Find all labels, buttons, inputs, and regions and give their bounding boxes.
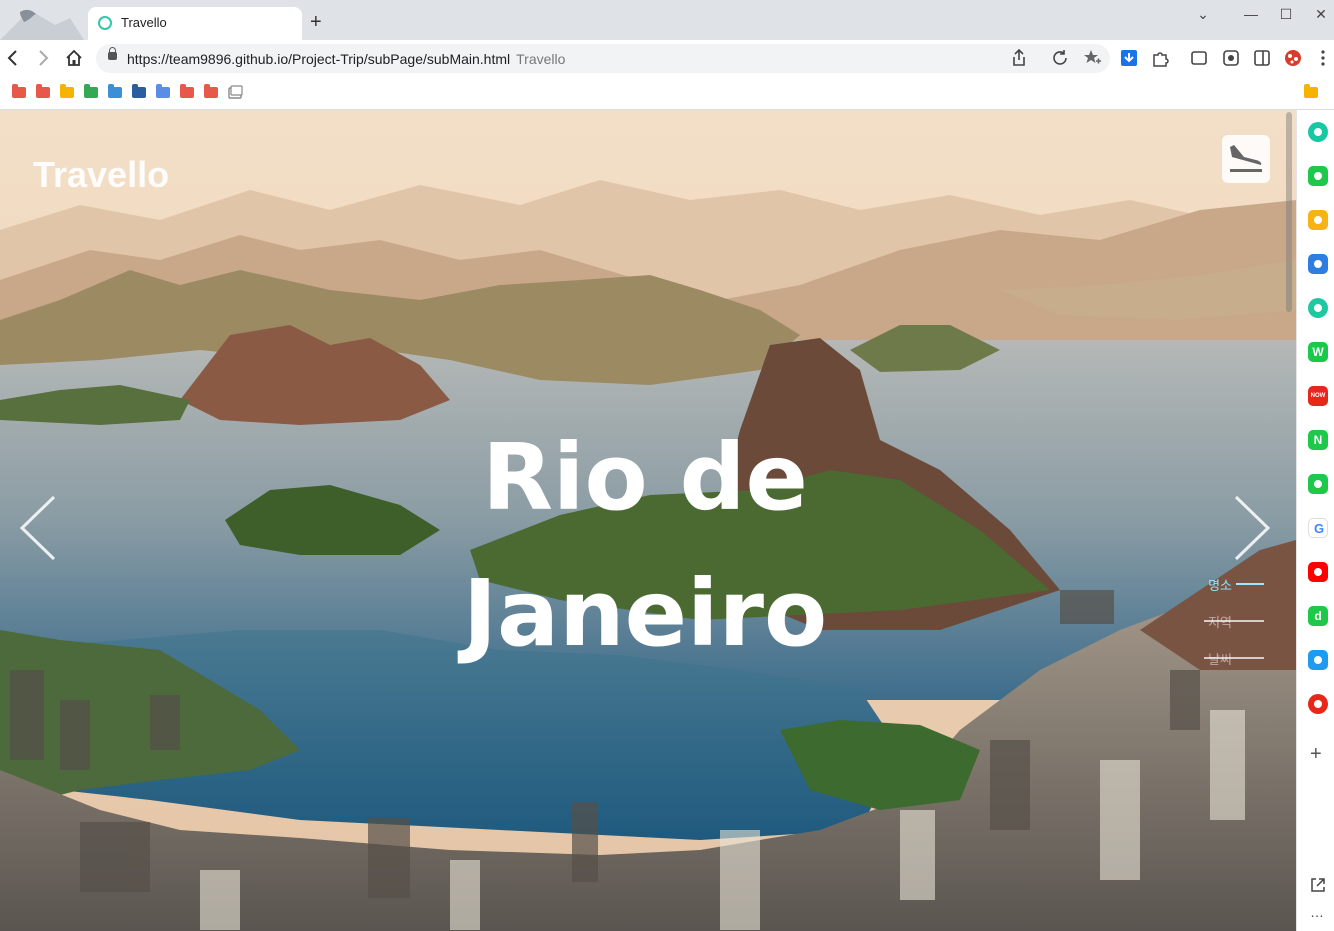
url: https://team9896.github.io/Project-Trip/… bbox=[127, 51, 511, 67]
reload-icon[interactable] bbox=[1050, 48, 1070, 68]
dict-app-icon[interactable]: d bbox=[1308, 606, 1328, 626]
url-page-title: Travello bbox=[516, 51, 566, 67]
menu-kebab-icon[interactable] bbox=[1313, 48, 1333, 68]
browser-window: Travello + ⌄ — ☐ ✕ https://team9896.gith… bbox=[0, 0, 1334, 931]
browser-logo-icon bbox=[0, 0, 84, 40]
section-indicator-label: 명소 bbox=[1208, 578, 1232, 593]
naver-app-icon[interactable]: N bbox=[1308, 430, 1328, 450]
bookmark-folder-icon[interactable] bbox=[108, 84, 122, 98]
section-indicator-item[interactable]: 날씨 bbox=[1160, 646, 1280, 683]
bookmark-folder-icon[interactable] bbox=[12, 84, 26, 98]
hero-title-line-2: Janeiro bbox=[462, 560, 828, 667]
now-glyph: NOW bbox=[1310, 393, 1326, 399]
browser-tab[interactable]: Travello bbox=[88, 7, 302, 40]
google-glyph: G bbox=[1313, 521, 1325, 536]
minimize-button[interactable]: — bbox=[1241, 6, 1261, 22]
page-scrollbar[interactable] bbox=[1286, 112, 1292, 312]
web-page: Travello Rio de Janeiro 명소 지역 날씨 bbox=[0, 110, 1296, 931]
list-glyph bbox=[1314, 480, 1322, 488]
play-app-icon[interactable] bbox=[1308, 298, 1328, 318]
refresh-app-icon[interactable] bbox=[1308, 254, 1328, 274]
list-app-icon[interactable] bbox=[1308, 474, 1328, 494]
twitter-app-icon[interactable] bbox=[1308, 650, 1328, 670]
bookmark-folder-icon[interactable] bbox=[36, 84, 50, 98]
section-indicator-item[interactable]: 지역 bbox=[1160, 609, 1280, 646]
now-app-icon[interactable]: NOW bbox=[1308, 386, 1328, 406]
external-link-icon[interactable] bbox=[1309, 876, 1327, 894]
section-indicator-line bbox=[1236, 583, 1264, 585]
title-bar: Travello + ⌄ — ☐ ✕ bbox=[0, 0, 1334, 40]
circle-glyph bbox=[1314, 128, 1322, 136]
back-icon[interactable] bbox=[3, 48, 23, 68]
refresh-glyph bbox=[1314, 260, 1322, 268]
hero-title-line-1: Rio de bbox=[482, 424, 808, 531]
tab-search-chevron-icon[interactable]: ⌄ bbox=[1193, 6, 1213, 23]
airplane-landing-icon bbox=[1230, 145, 1262, 172]
naver-glyph: N bbox=[1313, 433, 1323, 447]
home-icon[interactable] bbox=[64, 48, 84, 68]
sidebar-toggle-icon[interactable] bbox=[1252, 48, 1272, 68]
cast-icon[interactable] bbox=[1189, 48, 1209, 68]
record-glyph bbox=[1314, 700, 1322, 708]
close-button[interactable]: ✕ bbox=[1311, 6, 1331, 23]
star-app-icon[interactable] bbox=[1308, 210, 1328, 230]
share-icon[interactable] bbox=[1009, 48, 1029, 68]
screenshot-icon[interactable] bbox=[1221, 48, 1241, 68]
toolbar: https://team9896.github.io/Project-Trip/… bbox=[0, 40, 1334, 76]
youtube-app-icon[interactable] bbox=[1308, 562, 1328, 582]
dict-glyph: d bbox=[1314, 609, 1322, 623]
bell-glyph bbox=[1314, 172, 1322, 180]
flight-button[interactable] bbox=[1222, 135, 1270, 183]
carousel-next-arrow-icon[interactable] bbox=[1232, 495, 1272, 561]
bookmark-folder-icon[interactable] bbox=[84, 84, 98, 98]
new-tab-button[interactable]: + bbox=[310, 12, 322, 32]
bookmark-folder-icon[interactable] bbox=[204, 84, 218, 98]
tab-title: Travello bbox=[121, 15, 167, 30]
bookmark-folder-icon[interactable] bbox=[60, 84, 74, 98]
lock-icon bbox=[108, 47, 117, 60]
sidebar-add-button[interactable]: + bbox=[1310, 743, 1322, 766]
webtoon-glyph: W bbox=[1312, 345, 1324, 359]
hero-title: Rio de Janeiro bbox=[430, 410, 860, 682]
sidebar-more-button[interactable]: … bbox=[1310, 904, 1324, 920]
bookmark-folder-icon[interactable] bbox=[132, 84, 146, 98]
address-bar[interactable]: https://team9896.github.io/Project-Trip/… bbox=[96, 44, 1110, 73]
youtube-glyph bbox=[1314, 568, 1322, 576]
forward-icon[interactable] bbox=[33, 48, 53, 68]
record-app-icon[interactable] bbox=[1308, 694, 1328, 714]
twitter-glyph bbox=[1314, 656, 1322, 664]
maximize-button[interactable]: ☐ bbox=[1276, 6, 1296, 23]
bookmark-folder-icon[interactable] bbox=[180, 84, 194, 98]
circle-app-icon[interactable] bbox=[1308, 122, 1328, 142]
webtoon-app-icon[interactable]: W bbox=[1308, 342, 1328, 362]
url-text: https://team9896.github.io/Project-Trip/… bbox=[127, 51, 565, 67]
section-indicator-item[interactable]: 명소 bbox=[1160, 572, 1280, 609]
bookmark-page-icon[interactable] bbox=[228, 85, 243, 99]
google-app-icon[interactable]: G bbox=[1308, 518, 1328, 538]
section-indicator-line bbox=[1204, 620, 1264, 622]
download-icon[interactable] bbox=[1119, 48, 1139, 68]
bookmark-star-icon[interactable] bbox=[1082, 48, 1102, 68]
play-glyph bbox=[1314, 304, 1322, 312]
bookmark-folder-icon[interactable] bbox=[156, 84, 170, 98]
star-glyph bbox=[1314, 216, 1322, 224]
site-logo[interactable]: Travello bbox=[33, 154, 169, 196]
carousel-prev-arrow-icon[interactable] bbox=[18, 495, 58, 561]
section-indicator-line bbox=[1204, 657, 1264, 659]
bookmarks-bar bbox=[0, 76, 1334, 110]
bell-app-icon[interactable] bbox=[1308, 166, 1328, 186]
browser-side-bar: + … W NOW N Gd bbox=[1296, 110, 1334, 931]
profile-avatar-icon[interactable] bbox=[1283, 48, 1303, 68]
tab-favicon-icon bbox=[98, 16, 112, 30]
extensions-icon[interactable] bbox=[1150, 48, 1170, 68]
other-bookmarks-folder-icon[interactable] bbox=[1304, 84, 1318, 98]
section-indicator-menu: 명소 지역 날씨 bbox=[1160, 572, 1280, 683]
